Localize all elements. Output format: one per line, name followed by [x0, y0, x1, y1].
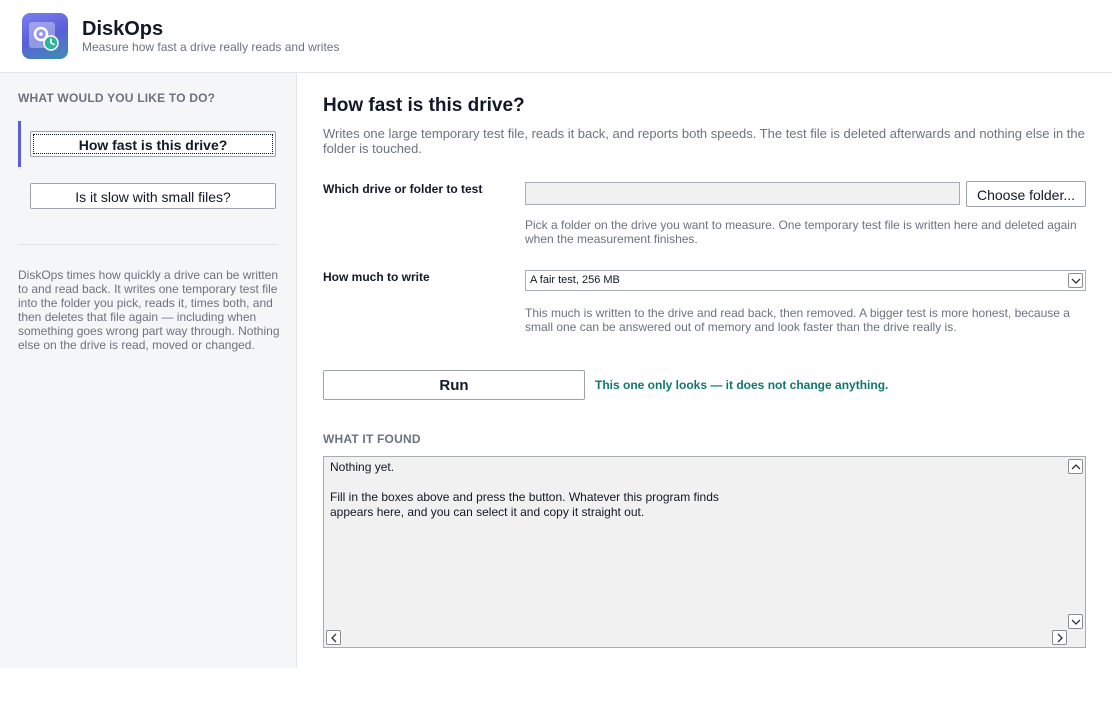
run-note: This one only looks — it does not change…: [595, 378, 889, 392]
folder-input[interactable]: [525, 182, 960, 205]
sidebar-divider: [18, 244, 278, 245]
size-hint: This much is written to the drive and re…: [525, 306, 1070, 334]
results-text[interactable]: Nothing yet. Fill in the boxes above and…: [330, 460, 1060, 520]
run-button[interactable]: Run: [323, 370, 585, 400]
size-select[interactable]: A fair test, 256 MB: [525, 270, 1086, 291]
scroll-right-icon[interactable]: [1052, 630, 1067, 645]
app-title: DiskOps: [82, 18, 164, 40]
app-header: DiskOps Measure how fast a drive really …: [0, 0, 1112, 73]
chevron-down-icon[interactable]: [1068, 273, 1083, 288]
size-label: How much to write: [323, 270, 430, 284]
scroll-up-icon[interactable]: [1068, 459, 1083, 474]
choose-folder-button[interactable]: Choose folder...: [966, 181, 1086, 207]
page-description: Writes one large temporary test file, re…: [323, 126, 1085, 156]
size-select-value: A fair test, 256 MB: [530, 274, 620, 286]
results-heading: WHAT IT FOUND: [323, 432, 421, 446]
folder-label: Which drive or folder to test: [323, 182, 483, 196]
app-subtitle: Measure how fast a drive really reads an…: [82, 40, 340, 54]
sidebar: WHAT WOULD YOU LIKE TO DO? How fast is t…: [0, 73, 297, 668]
page-title: How fast is this drive?: [323, 95, 525, 116]
folder-hint: Pick a folder on the drive you want to m…: [525, 218, 1077, 246]
main-panel: How fast is this drive? Writes one large…: [297, 73, 1112, 668]
results-textarea[interactable]: Nothing yet. Fill in the boxes above and…: [323, 456, 1086, 648]
scroll-down-icon[interactable]: [1068, 614, 1083, 629]
scroll-left-icon[interactable]: [326, 630, 341, 645]
sidebar-description: DiskOps times how quickly a drive can be…: [18, 268, 280, 352]
sidebar-heading: WHAT WOULD YOU LIKE TO DO?: [18, 91, 216, 105]
sidebar-item-drive-speed[interactable]: How fast is this drive?: [30, 131, 276, 157]
active-item-marker: [18, 121, 21, 167]
disk-clock-icon: [22, 13, 68, 59]
sidebar-item-small-files[interactable]: Is it slow with small files?: [30, 183, 276, 209]
